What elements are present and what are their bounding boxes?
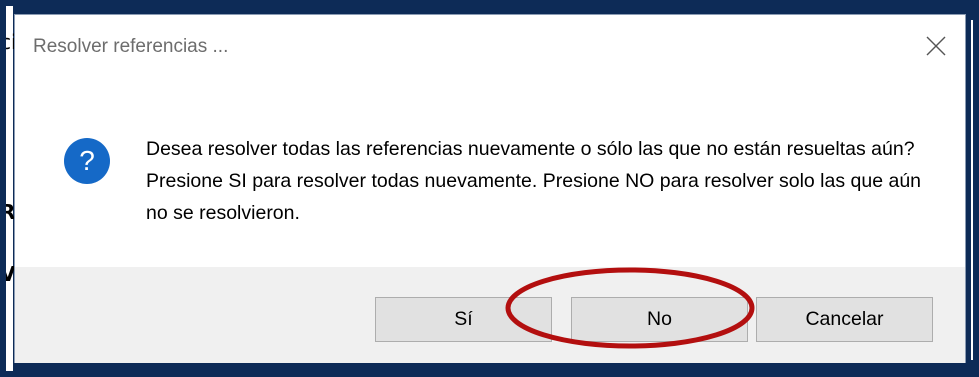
close-button[interactable]	[907, 15, 965, 77]
dialog-message: Desea resolver todas las referencias nue…	[146, 138, 922, 224]
title-bar[interactable]: Resolver referencias ...	[15, 15, 965, 77]
message-dialog: Resolver referencias ... ? Desea resolve…	[14, 14, 966, 363]
close-icon	[926, 36, 946, 56]
dialog-content: ? Desea resolver todas las referencias n…	[15, 77, 965, 267]
button-bar: Sí No Cancelar	[15, 267, 965, 363]
no-button[interactable]: No	[571, 297, 748, 342]
cancel-button[interactable]: Cancelar	[756, 297, 933, 342]
dialog-title: Resolver referencias ...	[33, 36, 229, 57]
yes-button[interactable]: Sí	[375, 297, 552, 342]
background-window-edge-right	[971, 20, 979, 360]
background-window-edge: ci R V	[0, 0, 17, 377]
svg-text:?: ?	[79, 145, 95, 176]
question-icon: ?	[64, 138, 110, 184]
